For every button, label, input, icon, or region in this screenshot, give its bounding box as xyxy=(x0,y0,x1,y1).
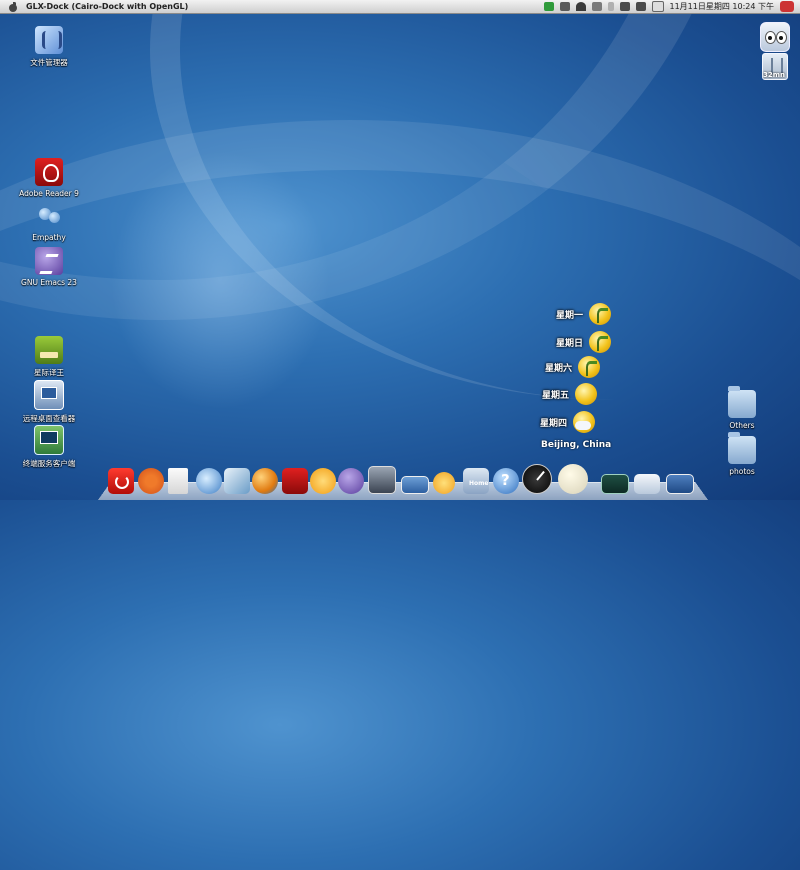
xeyes-widget[interactable] xyxy=(760,22,790,52)
home-label: Home xyxy=(469,480,488,487)
system-monitor-icon[interactable] xyxy=(368,466,396,494)
dock: Home xyxy=(98,458,708,500)
sunny-weather-icon xyxy=(589,331,611,353)
desktop-icon-label: Adobe Reader 9 xyxy=(14,189,84,198)
trash-timer-label: 32mn xyxy=(756,71,792,79)
eye-icon xyxy=(776,31,787,44)
desktop-icon-photos-folder[interactable]: photos xyxy=(707,436,777,476)
desktop-icon-label: 终端服务客户端 xyxy=(14,458,84,469)
weather-location: Beijing, China xyxy=(541,440,611,450)
weather-day-label: 星期六 xyxy=(545,361,572,374)
desktop-icon-adobe-reader[interactable]: Adobe Reader 9 xyxy=(14,158,84,198)
battery-icon[interactable] xyxy=(608,2,614,11)
workspace-switcher-icon[interactable] xyxy=(401,476,429,494)
cd-player-icon[interactable] xyxy=(433,472,455,494)
desktop-icon-others-folder[interactable]: Others xyxy=(707,390,777,430)
desktop-icon-terminal-service[interactable]: 终端服务客户端 xyxy=(14,425,84,469)
weather-day-row[interactable]: 星期五 xyxy=(542,382,597,406)
moon-phase-icon[interactable] xyxy=(558,464,588,494)
adobe-reader-icon[interactable] xyxy=(282,468,308,494)
weather-day-row[interactable]: 星期日 xyxy=(556,330,611,354)
system-tray: 11月11日星期四 10:24 下午 xyxy=(544,1,800,12)
desktop-icon-emacs[interactable]: GNU Emacs 23 xyxy=(14,247,84,287)
adobe-reader-icon xyxy=(35,158,63,186)
top-panel: GLX-Dock (Cairo-Dock with OpenGL) 11月11日… xyxy=(0,0,800,14)
weather-day-label: 星期日 xyxy=(556,336,583,349)
mail-icon[interactable] xyxy=(652,1,664,12)
terminal-service-icon xyxy=(34,425,64,455)
wifi-icon[interactable] xyxy=(576,2,586,11)
desktop-icon-label: 星际译王 xyxy=(14,367,84,378)
desktop-icon-empathy[interactable]: Empathy xyxy=(14,202,84,242)
desktop-icon-label: GNU Emacs 23 xyxy=(14,278,84,287)
remote-desktop-icon xyxy=(34,380,64,410)
clock-icon[interactable] xyxy=(522,464,552,494)
active-app-title[interactable]: GLX-Dock (Cairo-Dock with OpenGL) xyxy=(26,2,188,11)
folder-icon xyxy=(728,436,756,464)
weather-day-row[interactable]: 星期四 xyxy=(540,410,595,434)
logout-icon[interactable] xyxy=(780,1,794,12)
eye-icon xyxy=(765,31,776,44)
empathy-icon[interactable] xyxy=(196,468,222,494)
sunny-weather-icon xyxy=(589,303,611,325)
emacs-icon[interactable] xyxy=(338,468,364,494)
system-info-icon[interactable] xyxy=(601,474,629,494)
empathy-icon xyxy=(35,202,63,230)
help-icon[interactable] xyxy=(493,468,519,494)
folder-icon xyxy=(728,390,756,418)
desktop-icon-label: photos xyxy=(707,467,777,476)
weather-day-row[interactable]: 星期一 xyxy=(556,302,611,326)
desktop-icon-label: 文件管理器 xyxy=(14,57,84,68)
cloud-icon[interactable] xyxy=(592,2,602,11)
show-desktop-icon[interactable] xyxy=(634,474,660,494)
clock-text[interactable]: 11月11日星期四 10:24 下午 xyxy=(670,1,775,12)
ubuntu-menu-icon[interactable] xyxy=(138,468,164,494)
weather-day-label: 星期五 xyxy=(542,388,569,401)
bluetooth-icon[interactable] xyxy=(560,2,570,11)
clipboard-icon[interactable] xyxy=(310,468,336,494)
firefox-icon[interactable] xyxy=(252,468,278,494)
sunny-weather-icon xyxy=(578,356,600,378)
network-status-icon[interactable] xyxy=(544,2,554,11)
desktop-icon-label: 远程桌面查看器 xyxy=(14,413,84,424)
apple-menu-icon[interactable] xyxy=(8,2,18,12)
shutdown-icon[interactable] xyxy=(108,468,134,494)
file-manager-icon xyxy=(35,26,63,54)
weather-day-label: 星期四 xyxy=(540,416,567,429)
document-icon[interactable] xyxy=(168,468,188,494)
weather-day-label: 星期一 xyxy=(556,308,583,321)
emacs-icon xyxy=(35,247,63,275)
desktop-icon-translator[interactable]: 星际译王 xyxy=(14,336,84,378)
volume-icon[interactable] xyxy=(636,2,646,11)
partly-cloudy-weather-icon xyxy=(573,411,595,433)
sunny-weather-icon xyxy=(575,383,597,405)
desktop-icon-remote-desktop[interactable]: 远程桌面查看器 xyxy=(14,380,84,424)
dictionary-icon xyxy=(35,336,63,364)
display-icon[interactable] xyxy=(620,2,630,11)
desktop-icon-label: Others xyxy=(707,421,777,430)
network-monitor-icon[interactable] xyxy=(666,474,694,494)
desktop-icon-label: Empathy xyxy=(14,233,84,242)
weather-day-row[interactable]: 星期六 xyxy=(545,355,600,379)
text-editor-icon[interactable] xyxy=(224,468,250,494)
desktop-icon-file-manager[interactable]: 文件管理器 xyxy=(14,26,84,68)
